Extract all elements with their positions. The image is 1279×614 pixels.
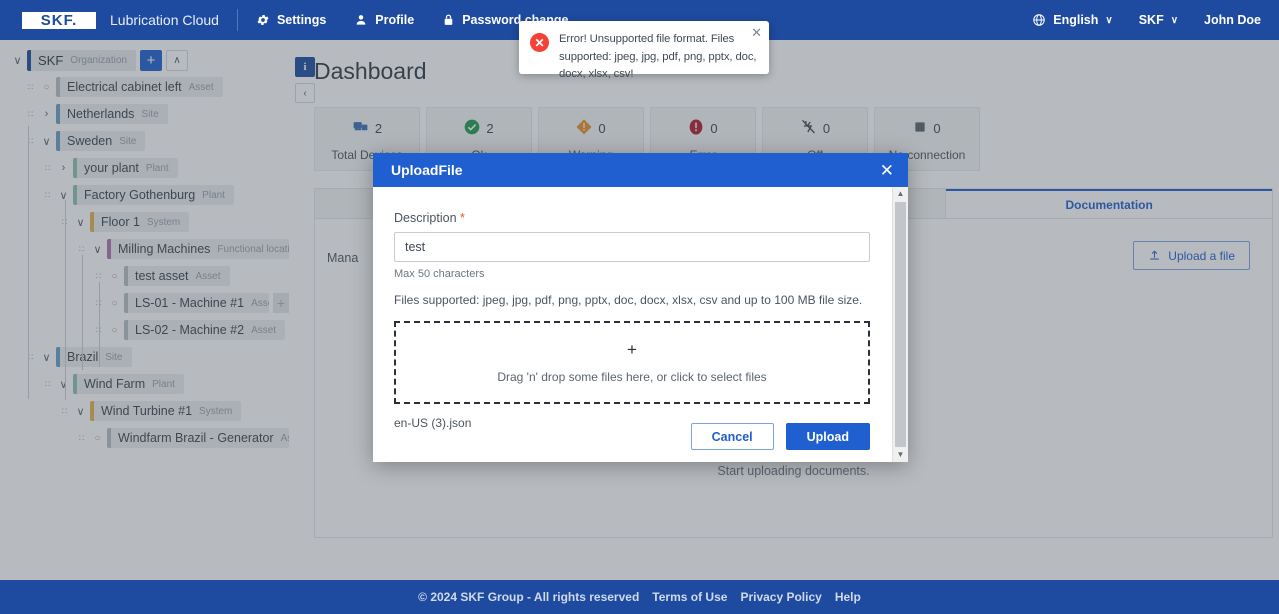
copyright-text: © 2024 SKF Group - All rights reserved <box>418 590 640 604</box>
nav-item-profile[interactable]: Profile <box>354 13 414 27</box>
tenant-label: SKF <box>1138 13 1164 27</box>
error-toast: ✕ Error! Unsupported file format. Files … <box>519 21 769 80</box>
footer-link-help[interactable]: Help <box>835 590 861 604</box>
scroll-down-icon[interactable]: ▼ <box>897 448 905 462</box>
dialog-scrollbar[interactable]: ▲ ▼ <box>892 187 908 462</box>
required-marker: * <box>460 211 465 225</box>
supported-formats-text: Files supported: jpeg, jpg, pdf, png, pp… <box>394 293 863 307</box>
navbar-right-group: English ∨ SKF ∨ John Doe <box>1006 13 1261 27</box>
dialog-inner: Description * Max 50 characters Files su… <box>373 187 908 462</box>
upload-file-dialog: UploadFile ✕ Description * Max 50 charac… <box>373 153 908 462</box>
footer-link-terms[interactable]: Terms of Use <box>652 590 727 604</box>
chevron-down-icon: ∨ <box>1105 14 1113 26</box>
user-name-label: John Doe <box>1204 13 1261 27</box>
nav-label-profile: Profile <box>375 13 415 27</box>
plus-icon: + <box>627 340 637 359</box>
skf-logo: SKF. <box>22 11 96 29</box>
nav-item-settings[interactable]: Settings <box>256 13 326 27</box>
description-label-text: Description <box>394 211 457 225</box>
person-icon <box>354 13 368 27</box>
close-icon[interactable]: ✕ <box>751 26 762 39</box>
upload-button[interactable]: Upload <box>785 423 870 450</box>
description-label: Description * <box>394 211 870 225</box>
globe-icon <box>1032 13 1046 27</box>
close-icon[interactable]: ✕ <box>880 162 894 179</box>
dialog-actions: Cancel Upload <box>690 423 870 450</box>
lock-icon <box>442 13 455 27</box>
description-input[interactable] <box>394 232 870 262</box>
error-toast-message: Error! Unsupported file format. Files su… <box>559 33 757 80</box>
file-dropzone[interactable]: + Drag 'n' drop some files here, or clic… <box>394 321 870 404</box>
app-brand-name: Lubrication Cloud <box>110 12 219 28</box>
dialog-header: UploadFile ✕ <box>373 153 908 187</box>
cancel-button[interactable]: Cancel <box>690 423 774 450</box>
gear-icon <box>256 13 270 27</box>
dialog-body: Description * Max 50 characters Files su… <box>373 187 892 462</box>
dropzone-instruction: Drag 'n' drop some files here, or click … <box>497 370 767 384</box>
user-menu[interactable]: John Doe <box>1204 13 1261 27</box>
tenant-selector[interactable]: SKF ∨ <box>1139 13 1178 27</box>
language-selector[interactable]: English ∨ <box>1032 13 1113 27</box>
chevron-down-icon: ∨ <box>1170 14 1179 26</box>
navbar-divider <box>236 9 238 31</box>
dialog-title: UploadFile <box>391 162 463 178</box>
error-circle-icon: ✕ <box>530 33 549 52</box>
nav-label-settings: Settings <box>276 13 327 27</box>
scroll-up-icon[interactable]: ▲ <box>897 187 905 201</box>
footer-link-privacy[interactable]: Privacy Policy <box>740 590 821 604</box>
scrollbar-thumb[interactable] <box>895 202 906 447</box>
language-label: English <box>1053 13 1099 27</box>
page-footer: © 2024 SKF Group - All rights reserved T… <box>0 580 1279 614</box>
max-chars-hint: Max 50 characters <box>394 268 485 280</box>
